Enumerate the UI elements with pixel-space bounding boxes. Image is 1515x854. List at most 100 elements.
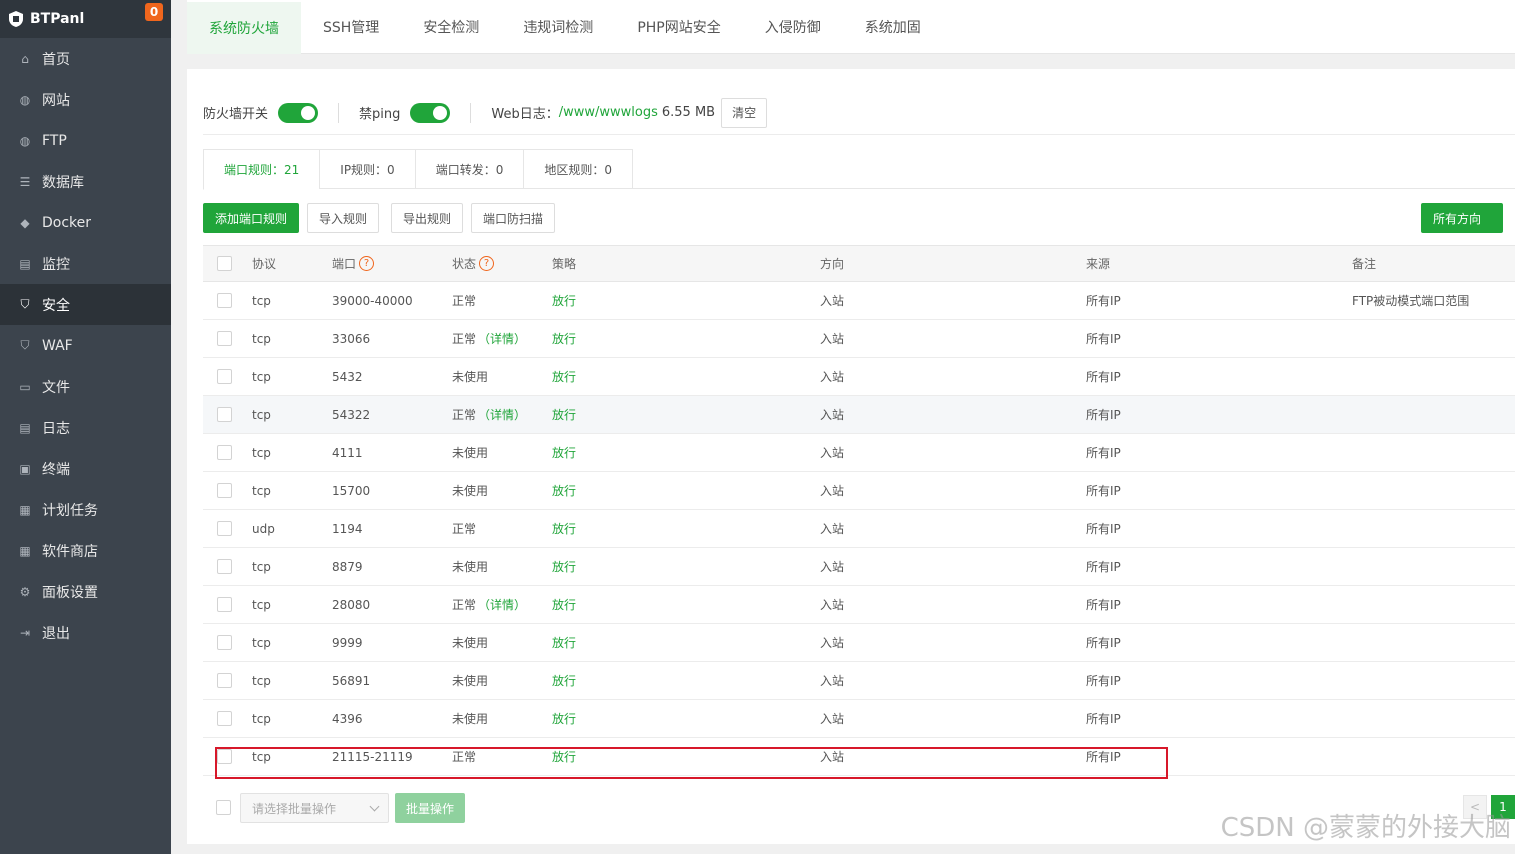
table-row: tcp 56891 未使用 放行 入站 所有IP	[203, 662, 1515, 700]
col-status: 状态?	[452, 255, 495, 272]
row-checkbox[interactable]	[217, 597, 232, 612]
cell-source: 所有IP	[1086, 482, 1121, 499]
cell-direction-text: 入站	[820, 446, 845, 460]
cell-policy[interactable]: 放行	[552, 330, 576, 347]
notification-badge[interactable]: 0	[145, 3, 163, 21]
footer-select-checkbox[interactable]	[216, 800, 231, 815]
cell-direction-text: 入站	[820, 294, 845, 308]
cell-port-text: 28080	[332, 597, 371, 612]
sidebar-item-label: 计划任务	[42, 502, 98, 519]
cell-policy[interactable]: 放行	[552, 520, 576, 537]
cell-policy[interactable]: 放行	[552, 444, 576, 461]
row-checkbox[interactable]	[217, 521, 232, 536]
table-footer: 请选择批量操作 批量操作 < 1	[203, 793, 1515, 823]
cell-protocol: tcp	[252, 370, 271, 384]
sidebar-item-database[interactable]: ☰ 数据库	[0, 161, 171, 202]
sidebar-item-globe[interactable]: ◍ 网站	[0, 79, 171, 120]
row-checkbox[interactable]	[217, 369, 232, 384]
sidebar-item-calendar[interactable]: ▦ 计划任务	[0, 489, 171, 530]
divider	[470, 102, 472, 123]
cell-direction-text: 入站	[820, 370, 845, 384]
top-tab[interactable]: SSH管理	[301, 0, 401, 54]
col-port-label: 端口	[332, 257, 357, 271]
sidebar-item-monitor[interactable]: ▤ 监控	[0, 243, 171, 284]
sidebar-item-gear[interactable]: ⚙ 面板设置	[0, 571, 171, 612]
cell-policy[interactable]: 放行	[552, 710, 576, 727]
help-icon[interactable]: ?	[359, 256, 375, 271]
add-port-rule-button[interactable]: 添加端口规则	[203, 203, 299, 233]
sidebar-item-home[interactable]: ⌂ 首页	[0, 38, 171, 79]
cell-policy[interactable]: 放行	[552, 558, 576, 575]
cell-policy[interactable]: 放行	[552, 672, 576, 689]
cell-protocol: tcp	[252, 446, 271, 460]
firewall-toggle[interactable]	[278, 102, 319, 123]
select-all-checkbox[interactable]	[217, 256, 232, 271]
row-checkbox[interactable]	[217, 293, 232, 308]
sidebar-item-docker[interactable]: ◆ Docker	[0, 202, 171, 243]
top-tab[interactable]: 入侵防御	[743, 0, 843, 54]
status-detail-link[interactable]: （详情）	[478, 408, 526, 422]
row-checkbox[interactable]	[217, 635, 232, 650]
cell-policy[interactable]: 放行	[552, 748, 576, 765]
cell-status-text: 正常	[452, 598, 477, 612]
batch-operation-button[interactable]: 批量操作	[395, 793, 466, 823]
cell-policy[interactable]: 放行	[552, 482, 576, 499]
row-checkbox[interactable]	[217, 445, 232, 460]
cell-policy[interactable]: 放行	[552, 292, 576, 309]
row-checkbox[interactable]	[217, 749, 232, 764]
cell-policy[interactable]: 放行	[552, 634, 576, 651]
sidebar-item-shield[interactable]: ⛉ 安全	[0, 284, 171, 325]
cell-direction: 入站	[820, 634, 844, 651]
cell-status-text: 正常	[452, 332, 477, 346]
top-tab[interactable]: 系统防火墙	[187, 2, 301, 54]
cell-protocol: tcp	[252, 294, 271, 308]
rule-type-tab[interactable]: 端口转发：0	[414, 149, 524, 189]
weblog-path-link[interactable]: /www/wwwlogs	[559, 105, 658, 120]
table-row: tcp 54322 正常 （详情） 放行 入站 所有IP	[203, 396, 1515, 434]
top-tab[interactable]: 系统加固	[843, 0, 943, 54]
row-checkbox[interactable]	[217, 711, 232, 726]
rule-type-tab[interactable]: 地区规则：0	[523, 149, 633, 189]
table-row: tcp 4111 未使用 放行 入站 所有IP	[203, 434, 1515, 472]
ping-toggle[interactable]	[410, 102, 451, 123]
current-page[interactable]: 1	[1491, 795, 1515, 819]
cell-policy[interactable]: 放行	[552, 406, 576, 423]
cell-status: 正常 （详情）	[452, 330, 526, 347]
help-icon[interactable]: ?	[479, 256, 495, 271]
rule-type-tab[interactable]: 端口规则：21	[203, 149, 320, 190]
import-rules-button[interactable]: 导入规则	[307, 203, 380, 233]
cell-source-text: 所有IP	[1086, 446, 1121, 460]
waf-icon: ⛉	[20, 338, 30, 352]
batch-operation-select[interactable]: 请选择批量操作	[240, 793, 389, 823]
row-checkbox[interactable]	[217, 673, 232, 688]
cell-status: 正常	[452, 292, 476, 309]
row-checkbox[interactable]	[217, 331, 232, 346]
clear-log-button[interactable]: 清空	[721, 97, 768, 128]
status-detail-link[interactable]: （详情）	[478, 598, 526, 612]
export-rules-button[interactable]: 导出规则	[391, 203, 464, 233]
prev-page-button[interactable]: <	[1463, 795, 1487, 819]
top-tab[interactable]: PHP网站安全	[615, 0, 742, 54]
rule-type-tab[interactable]: IP规则：0	[319, 149, 415, 189]
sidebar-item-folder[interactable]: ▭ 文件	[0, 366, 171, 407]
cell-policy[interactable]: 放行	[552, 368, 576, 385]
port-anti-scan-button[interactable]: 端口防扫描	[471, 203, 556, 233]
row-checkbox[interactable]	[217, 483, 232, 498]
sidebar: BTPanl 0 ⌂ 首页 ◍ 网站 ◍ FTP ☰ 数据库 ◆ Docker ▤ 监控 ⛉ 安全 ⛉ WAF…	[0, 0, 171, 854]
top-tab[interactable]: 违规词检测	[501, 0, 615, 54]
sidebar-item-terminal[interactable]: ▣ 终端	[0, 448, 171, 489]
sidebar-item-grid[interactable]: ▦ 软件商店	[0, 530, 171, 571]
cell-policy[interactable]: 放行	[552, 596, 576, 613]
cell-direction-text: 入站	[820, 332, 845, 346]
status-detail-link[interactable]: （详情）	[478, 332, 526, 346]
row-checkbox[interactable]	[217, 407, 232, 422]
direction-filter-button[interactable]: 所有方向	[1421, 203, 1503, 233]
cell-protocol: tcp	[252, 712, 271, 726]
sidebar-item-ftp[interactable]: ◍ FTP	[0, 120, 171, 161]
sidebar-item-waf[interactable]: ⛉ WAF	[0, 325, 171, 366]
sidebar-item-log[interactable]: ▤ 日志	[0, 407, 171, 448]
top-tab[interactable]: 安全检测	[401, 0, 501, 54]
col-status-label: 状态	[452, 257, 477, 271]
row-checkbox[interactable]	[217, 559, 232, 574]
sidebar-item-logout[interactable]: ⇥ 退出	[0, 612, 171, 653]
